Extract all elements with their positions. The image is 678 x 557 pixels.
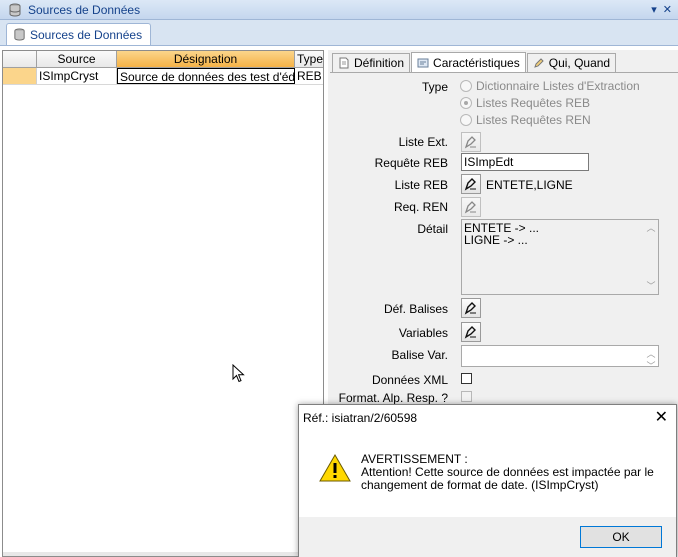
scroll-up-icon[interactable]: ︿ bbox=[646, 348, 655, 360]
label-req-ren: Req. REN bbox=[393, 200, 448, 214]
grid-header-indicator bbox=[3, 51, 37, 67]
tab-caracteristiques[interactable]: Caractéristiques bbox=[411, 52, 526, 72]
label-liste-ext: Liste Ext. bbox=[398, 135, 448, 149]
sources-grid[interactable]: Source Désignation Type ISImpCryst Sourc… bbox=[2, 50, 324, 557]
grid-horizontal-scrollbar[interactable] bbox=[3, 552, 323, 556]
label-detail: Détail bbox=[417, 222, 448, 236]
radio-label: Listes Requêtes REN bbox=[476, 113, 591, 127]
doc-tab-sources[interactable]: Sources de Données bbox=[6, 23, 152, 45]
cell-designation[interactable]: Source de données des test d'édition bbox=[117, 68, 295, 84]
mouse-cursor-icon bbox=[232, 364, 245, 383]
radio-label: Dictionnaire Listes d'Extraction bbox=[476, 79, 640, 93]
balise-var-input[interactable]: ︿ ﹀ bbox=[461, 345, 659, 371]
tab-definition-label: Définition bbox=[354, 56, 405, 70]
detail-textarea[interactable]: ENTETE -> ... LIGNE -> ... ︿ ﹀ bbox=[461, 219, 659, 295]
document-tab-strip: Sources de Données bbox=[0, 20, 678, 46]
database-icon bbox=[14, 28, 25, 41]
radio-dictionnaire[interactable]: Dictionnaire Listes d'Extraction bbox=[460, 79, 640, 93]
variables-button[interactable] bbox=[461, 322, 481, 342]
window-titlebar: Sources de Données ▾ ✕ bbox=[0, 0, 678, 20]
warning-dialog: Réf.: isiatran/2/60598 ✕ AVERTISSEMENT :… bbox=[298, 404, 677, 557]
table-row[interactable]: ISImpCryst Source de données des test d'… bbox=[3, 68, 323, 85]
cell-source[interactable]: ISImpCryst bbox=[37, 68, 117, 84]
detail-scrollbar[interactable]: ︿ ﹀ bbox=[644, 220, 658, 294]
database-icon bbox=[9, 3, 21, 16]
req-ren-button[interactable] bbox=[461, 197, 481, 217]
format-alp-checkbox[interactable] bbox=[461, 391, 472, 402]
liste-ext-button[interactable] bbox=[461, 132, 481, 152]
requete-reb-input[interactable]: ISImpEdt bbox=[461, 153, 589, 171]
radio-dot bbox=[460, 80, 472, 92]
radio-dot bbox=[460, 114, 472, 126]
list-edit-icon bbox=[464, 201, 476, 214]
label-format-alp: Format. Alp. Resp. ? bbox=[338, 391, 448, 405]
label-requete-reb: Requête REB bbox=[374, 156, 448, 170]
donnees-xml-checkbox[interactable] bbox=[461, 373, 472, 384]
label-type: Type bbox=[421, 80, 448, 94]
grid-header: Source Désignation Type bbox=[3, 51, 323, 68]
dialog-body: AVERTISSEMENT : Attention! Cette source … bbox=[299, 431, 676, 517]
window-close-icon[interactable]: ✕ bbox=[663, 3, 672, 16]
row-indicator[interactable] bbox=[3, 68, 37, 84]
tab-qui-quand-label: Qui, Quand bbox=[548, 56, 611, 70]
properties-icon bbox=[417, 58, 429, 67]
dialog-close-icon[interactable]: ✕ bbox=[655, 408, 668, 428]
dialog-footer: OK bbox=[299, 517, 676, 557]
tab-definition[interactable]: Définition bbox=[332, 53, 411, 72]
scroll-down-icon[interactable]: ﹀ bbox=[646, 280, 655, 292]
grid-header-source[interactable]: Source bbox=[37, 51, 117, 67]
window-title: Sources de Données bbox=[28, 2, 141, 17]
liste-reb-value: ENTETE,LIGNE bbox=[486, 178, 573, 192]
detail-line: LIGNE -> ... bbox=[464, 233, 528, 247]
label-variables: Variables bbox=[398, 326, 448, 340]
grid-header-type[interactable]: Type bbox=[295, 51, 323, 67]
warning-icon bbox=[319, 453, 351, 482]
details-tabs: Définition Caractéristiques Qui, Quand bbox=[332, 52, 617, 72]
document-icon bbox=[339, 57, 349, 69]
scroll-down-icon[interactable]: ﹀ bbox=[646, 360, 655, 372]
label-donnees-xml: Données XML bbox=[371, 373, 448, 387]
window-menu-icon[interactable]: ▾ bbox=[651, 3, 657, 16]
grid-header-designation[interactable]: Désignation bbox=[117, 51, 295, 67]
list-edit-icon bbox=[464, 326, 476, 339]
radio-listes-reb[interactable]: Listes Requêtes REB bbox=[460, 96, 590, 110]
radio-listes-ren[interactable]: Listes Requêtes REN bbox=[460, 113, 591, 127]
balise-var-scrollbar[interactable]: ︿ ﹀ bbox=[644, 346, 658, 371]
list-edit-icon bbox=[464, 178, 476, 191]
label-liste-reb: Liste REB bbox=[394, 178, 448, 192]
list-edit-icon bbox=[464, 136, 476, 149]
dialog-title: Réf.: isiatran/2/60598 bbox=[303, 411, 418, 425]
radio-dot-selected bbox=[460, 97, 472, 109]
dialog-message: Attention! Cette source de données est i… bbox=[361, 465, 654, 492]
edit-icon bbox=[533, 58, 544, 68]
dialog-message-block: AVERTISSEMENT : Attention! Cette source … bbox=[361, 453, 661, 492]
label-balise-var: Balise Var. bbox=[391, 348, 448, 362]
scroll-up-icon[interactable]: ︿ bbox=[646, 222, 655, 234]
def-balises-button[interactable] bbox=[461, 298, 481, 318]
list-edit-icon bbox=[464, 302, 476, 315]
liste-reb-button[interactable] bbox=[461, 174, 481, 194]
tab-caracteristiques-label: Caractéristiques bbox=[433, 55, 520, 70]
label-def-balises: Déf. Balises bbox=[383, 302, 448, 316]
radio-label: Listes Requêtes REB bbox=[476, 96, 591, 110]
doc-tab-label: Sources de Données bbox=[30, 27, 143, 42]
cell-type[interactable]: REB bbox=[295, 68, 323, 84]
tab-qui-quand[interactable]: Qui, Quand bbox=[526, 53, 617, 72]
ok-button[interactable]: OK bbox=[580, 526, 662, 548]
